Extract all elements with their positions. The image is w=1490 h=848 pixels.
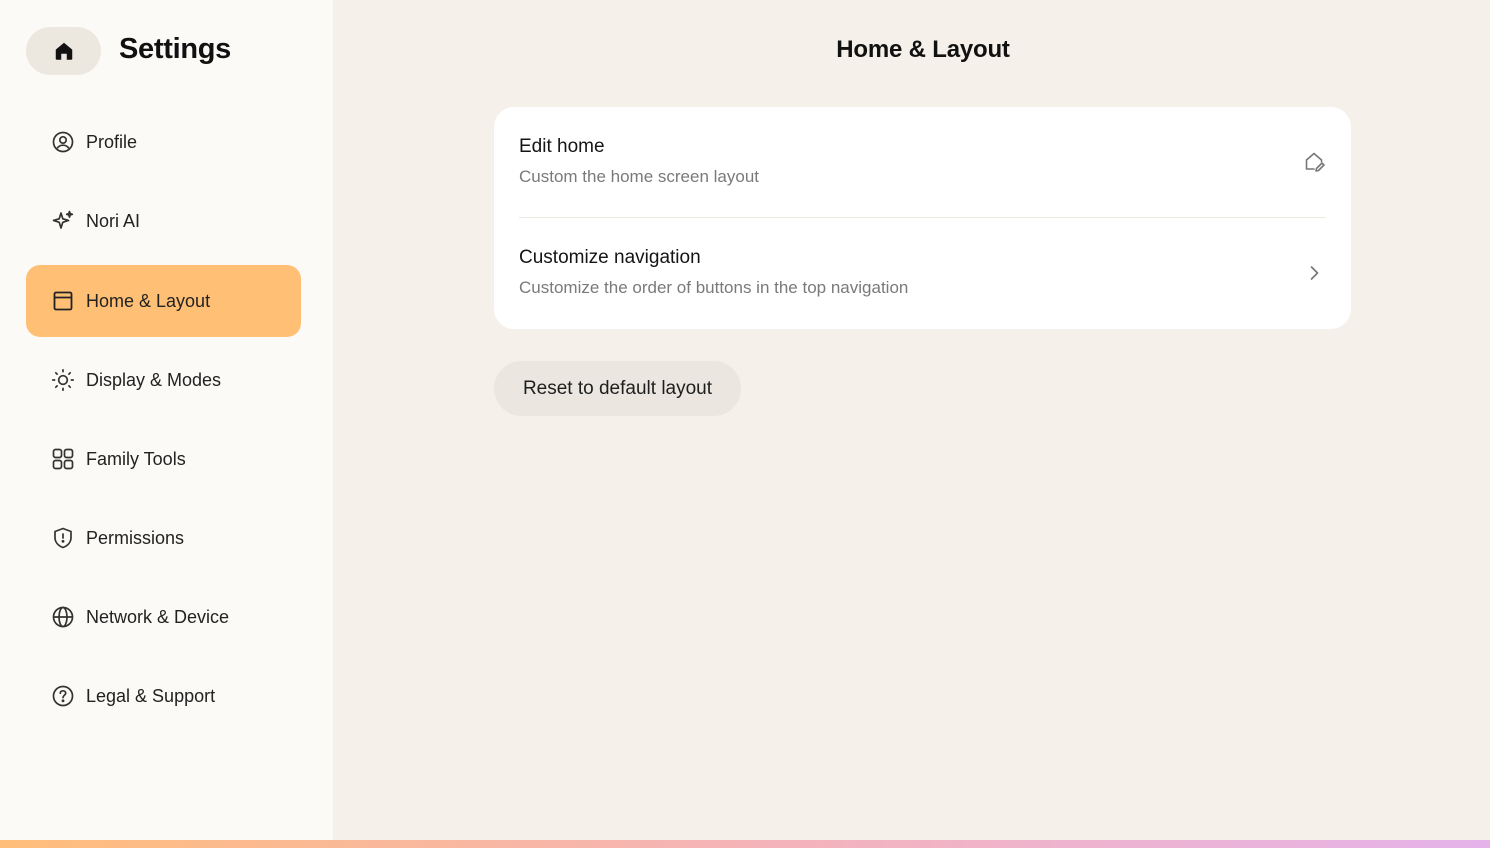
sidebar-item-label: Home & Layout	[86, 290, 211, 311]
layout-icon	[51, 289, 75, 313]
edit-home-row[interactable]: Edit home Custom the home screen layout	[494, 107, 1351, 218]
sidebar-item-legal-support[interactable]: Legal & Support	[26, 660, 301, 732]
reset-default-layout-button[interactable]: Reset to default layout	[494, 361, 741, 416]
customize-navigation-subtitle: Customize the order of buttons in the to…	[519, 278, 909, 297]
customize-navigation-row[interactable]: Customize navigation Customize the order…	[494, 218, 1351, 329]
sidebar-item-label: Profile	[86, 131, 138, 152]
sidebar-item-nori-ai[interactable]: Nori AI	[26, 185, 301, 257]
settings-card: Edit home Custom the home screen layout …	[494, 107, 1351, 329]
sparkle-icon	[51, 209, 75, 233]
sidebar-item-label: Network & Device	[86, 606, 230, 627]
home-edit-icon[interactable]	[1301, 149, 1327, 175]
help-circle-icon	[51, 684, 75, 708]
gradient-bar	[0, 840, 1490, 848]
globe-icon	[51, 605, 75, 629]
sidebar-item-network-device[interactable]: Network & Device	[26, 581, 301, 653]
home-button[interactable]	[26, 27, 101, 75]
settings-title: Settings	[119, 33, 231, 65]
sidebar-item-family-tools[interactable]: Family Tools	[26, 423, 301, 495]
customize-navigation-title: Customize navigation	[519, 247, 701, 268]
sidebar-item-permissions[interactable]: Permissions	[26, 502, 301, 574]
sidebar-item-label: Nori AI	[86, 210, 141, 231]
sidebar-item-display-modes[interactable]: Display & Modes	[26, 344, 301, 416]
sidebar: Settings Profile Nori AI Home & Layout D…	[0, 0, 333, 840]
sidebar-item-home-layout[interactable]: Home & Layout	[26, 265, 301, 337]
sidebar-item-label: Display & Modes	[86, 369, 222, 390]
sidebar-item-profile[interactable]: Profile	[26, 106, 301, 178]
user-circle-icon	[51, 130, 75, 154]
home-icon	[55, 42, 72, 60]
sidebar-item-label: Family Tools	[86, 448, 186, 469]
sun-icon	[51, 368, 75, 392]
shield-icon	[51, 526, 75, 550]
grid-icon	[51, 447, 75, 471]
edit-home-subtitle: Custom the home screen layout	[519, 167, 760, 186]
page-title: Home & Layout	[836, 36, 1010, 63]
chevron-right-icon	[1301, 260, 1327, 286]
sidebar-item-label: Permissions	[86, 527, 185, 548]
edit-home-title: Edit home	[519, 136, 605, 157]
sidebar-item-label: Legal & Support	[86, 685, 216, 706]
